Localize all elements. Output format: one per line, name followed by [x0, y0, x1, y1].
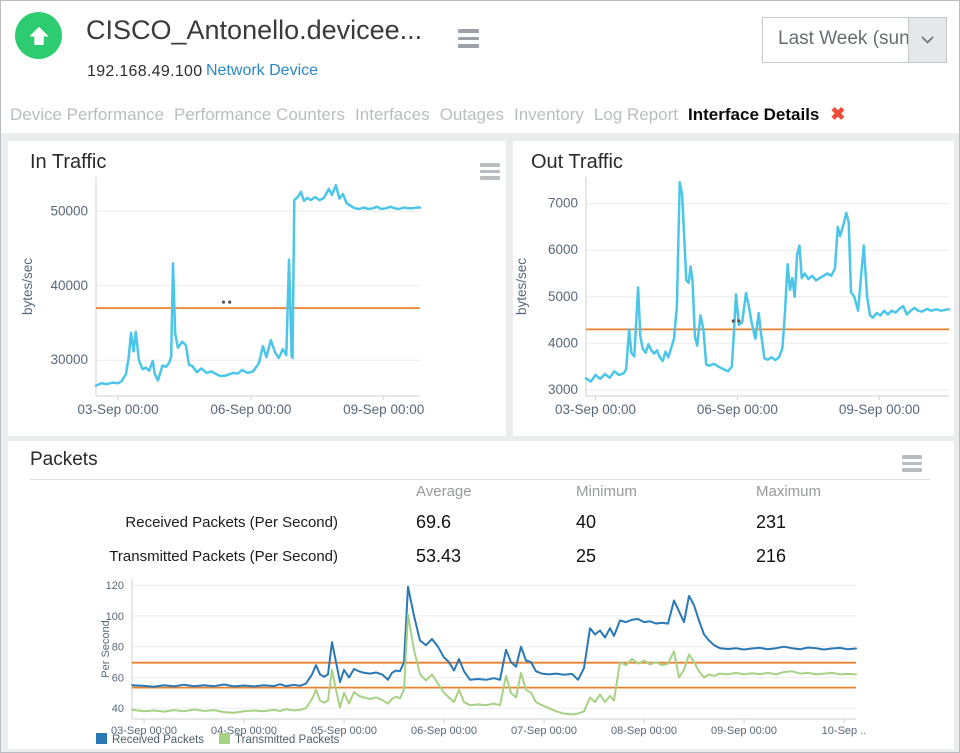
svg-text:06-Sep 00:00: 06-Sep 00:00: [411, 725, 477, 737]
svg-text:80: 80: [112, 642, 124, 654]
device-header: CISCO_Antonello.devicee... 192.168.49.10…: [1, 1, 959, 96]
packets-chart[interactable]: 40608010012003-Sep 00:0004-Sep 00:0005-S…: [8, 569, 954, 747]
tab-interface-details[interactable]: Interface Details: [688, 105, 819, 125]
svg-text:03-Sep 00:00: 03-Sep 00:00: [78, 402, 159, 417]
tab-inventory[interactable]: Inventory: [514, 105, 584, 125]
svg-text:10-Sep ..: 10-Sep ..: [822, 725, 867, 737]
in-traffic-widget: In Traffic 30000400005000003-Sep 00:0006…: [8, 141, 506, 436]
svg-text:3000: 3000: [548, 382, 578, 397]
device-tabs: Device Performance Performance Counters …: [1, 96, 959, 133]
packets-widget: Packets Average Minimum Maximum Received…: [8, 441, 954, 749]
device-menu-icon[interactable]: [458, 29, 479, 52]
svg-text:07-Sep 00:00: 07-Sep 00:00: [511, 725, 577, 737]
svg-text:03-Sep 00:00: 03-Sep 00:00: [555, 402, 636, 417]
time-range-select[interactable]: Last Week (sun: [762, 17, 947, 63]
svg-text:09-Sep 00:00: 09-Sep 00:00: [711, 725, 777, 737]
svg-text:120: 120: [106, 580, 124, 592]
up-arrow-icon: [27, 24, 51, 48]
packets-legend: Received Packets Transmitted Packets: [96, 733, 339, 746]
time-range-value: Last Week (sun: [763, 18, 908, 62]
svg-text:5000: 5000: [548, 289, 578, 304]
tab-device-performance[interactable]: Device Performance: [10, 105, 164, 125]
row-label-received: Received Packets (Per Second): [8, 514, 338, 531]
device-status-up-icon: [15, 12, 62, 59]
tab-outages[interactable]: Outages: [440, 105, 504, 125]
tab-performance-counters[interactable]: Performance Counters: [174, 105, 345, 125]
svg-text:40: 40: [112, 703, 124, 715]
chevron-down-icon[interactable]: [908, 18, 946, 62]
packets-menu-icon[interactable]: [902, 455, 922, 475]
tab-interfaces[interactable]: Interfaces: [355, 105, 430, 125]
transmitted-maximum: 216: [756, 546, 786, 567]
svg-text:bytes/sec: bytes/sec: [514, 258, 529, 315]
close-icon[interactable]: ✖: [830, 104, 845, 125]
transmitted-minimum: 25: [576, 546, 596, 567]
packets-title: Packets: [30, 449, 98, 471]
svg-text:09-Sep 00:00: 09-Sep 00:00: [343, 402, 424, 417]
dashboard-area: In Traffic 30000400005000003-Sep 00:0006…: [1, 133, 959, 752]
transmitted-swatch-icon: [219, 733, 230, 744]
col-header-minimum: Minimum: [576, 483, 637, 500]
row-label-transmitted: Transmitted Packets (Per Second): [8, 548, 338, 565]
device-title: CISCO_Antonello.devicee...: [86, 15, 422, 46]
svg-text:06-Sep 00:00: 06-Sep 00:00: [210, 402, 291, 417]
legend-label-transmitted: Transmitted Packets: [235, 734, 339, 746]
transmitted-average: 53.43: [416, 546, 461, 567]
divider: [30, 479, 930, 480]
device-ip-address: 192.168.49.100: [87, 63, 202, 81]
in-traffic-chart[interactable]: 30000 40000 50000 03-Sep 00:00 06-Sep 00:00 0…: [8, 171, 506, 427]
legend-label-received: Received Packets: [112, 734, 204, 746]
received-swatch-icon: [96, 733, 107, 744]
svg-text:08-Sep 00:00: 08-Sep 00:00: [611, 725, 677, 737]
svg-text:30000: 30000: [50, 352, 88, 367]
legend-item-received: Received Packets: [96, 733, 204, 746]
received-average: 69.6: [416, 512, 451, 533]
svg-text:7000: 7000: [548, 196, 578, 211]
col-header-maximum: Maximum: [756, 483, 821, 500]
svg-text:06-Sep 00:00: 06-Sep 00:00: [697, 402, 778, 417]
out-traffic-chart[interactable]: 3000 4000 5000 6000 7000 03-Sep 00:00 06-Sep 0…: [513, 171, 954, 427]
svg-text:bytes/sec: bytes/sec: [20, 258, 35, 315]
device-snapshot-page: CISCO_Antonello.devicee... 192.168.49.10…: [0, 0, 960, 753]
device-type-link[interactable]: Network Device: [206, 62, 318, 80]
svg-text:6000: 6000: [548, 242, 578, 257]
svg-text:40000: 40000: [50, 278, 88, 293]
received-maximum: 231: [756, 512, 786, 533]
received-minimum: 40: [576, 512, 596, 533]
svg-text:50000: 50000: [50, 203, 88, 218]
svg-text:09-Sep 00:00: 09-Sep 00:00: [839, 402, 920, 417]
out-traffic-widget: Out Traffic 3000400050006000700003-Sep 0…: [513, 141, 954, 436]
svg-text:Per Second: Per Second: [100, 620, 112, 677]
svg-text:4000: 4000: [548, 335, 578, 350]
col-header-average: Average: [416, 483, 472, 500]
svg-text:60: 60: [112, 673, 124, 685]
tab-log-report[interactable]: Log Report: [594, 105, 678, 125]
legend-item-transmitted: Transmitted Packets: [219, 733, 339, 746]
